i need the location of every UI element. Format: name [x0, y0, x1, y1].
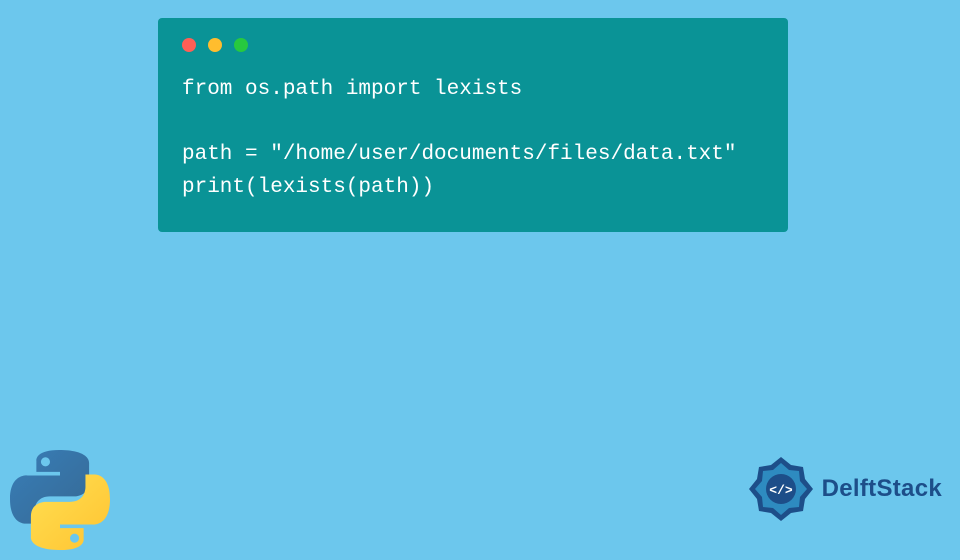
window-controls: [182, 38, 764, 52]
delftstack-badge-icon: </>: [746, 454, 816, 524]
code-block: from os.path import lexists path = "/hom…: [182, 74, 764, 204]
code-line: print(lexists(path)): [182, 176, 434, 199]
python-logo-icon: [10, 450, 110, 560]
svg-text:</>: </>: [769, 483, 793, 498]
maximize-dot-icon: [234, 38, 248, 52]
code-line: path = "/home/user/documents/files/data.…: [182, 143, 737, 166]
delftstack-logo: </> DelftStack: [746, 454, 942, 524]
brand-name: DelftStack: [822, 475, 942, 503]
code-line: from os.path import lexists: [182, 78, 522, 101]
close-dot-icon: [182, 38, 196, 52]
code-card: from os.path import lexists path = "/hom…: [158, 18, 788, 232]
minimize-dot-icon: [208, 38, 222, 52]
